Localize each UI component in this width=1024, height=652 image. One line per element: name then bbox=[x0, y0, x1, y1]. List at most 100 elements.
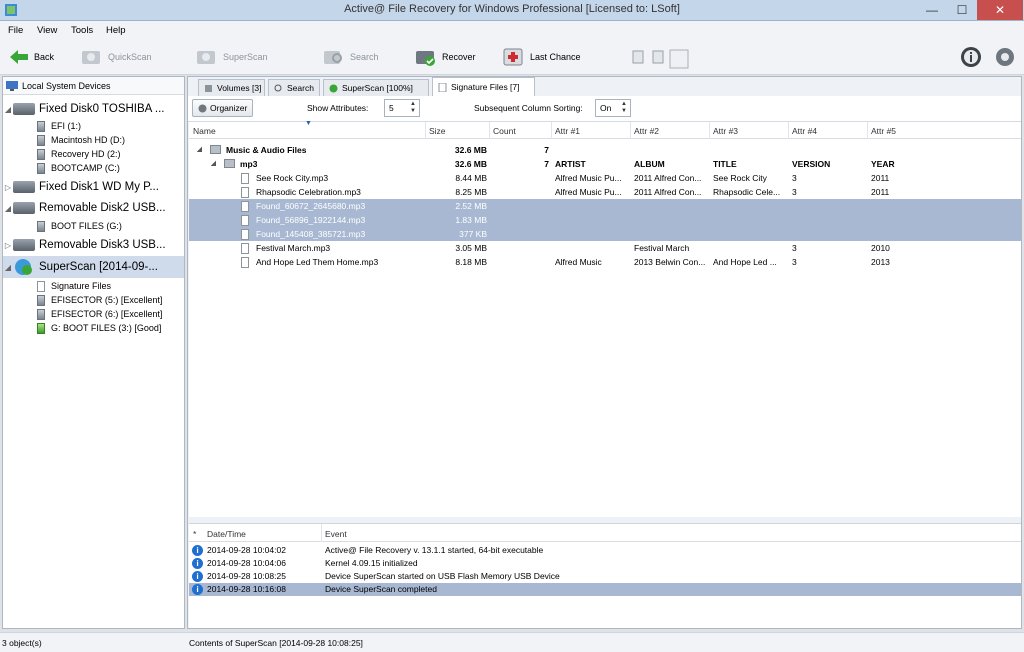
last-chance-button[interactable]: Last Chance bbox=[502, 45, 581, 69]
expand-arrow-icon[interactable]: ◢ bbox=[3, 204, 13, 213]
tree-volume-efi[interactable]: EFI (1:) bbox=[3, 119, 184, 133]
column-event[interactable]: Event bbox=[325, 529, 347, 539]
row-attr2: 2011 Alfred Con... bbox=[634, 173, 702, 183]
organizer-button[interactable]: Organizer bbox=[192, 99, 254, 117]
expand-arrow-icon[interactable]: ◢ bbox=[197, 145, 202, 153]
tree-boot-files-3[interactable]: G: BOOT FILES (3:) [Good] bbox=[3, 321, 184, 335]
usb-drive-icon bbox=[13, 202, 35, 214]
tab-volumes[interactable]: Volumes [3] bbox=[198, 79, 265, 96]
tree-disk0[interactable]: ◢ Fixed Disk0 TOSHIBA ... bbox=[3, 99, 184, 119]
row-name: Music & Audio Files bbox=[226, 145, 307, 155]
tree-disk2[interactable]: ◢ Removable Disk2 USB... bbox=[3, 198, 184, 218]
small-tool-2[interactable] bbox=[652, 45, 664, 69]
small-tool-1[interactable] bbox=[632, 45, 644, 69]
expand-arrow-icon[interactable]: ◢ bbox=[211, 159, 216, 167]
table-row[interactable]: Rhapsodic Celebration.mp3 8.25 MB Alfred… bbox=[189, 185, 1019, 199]
file-grid: Name ▼ Size Count Attr #1 Attr #2 Attr #… bbox=[189, 120, 1021, 517]
column-attr3[interactable]: Attr #3 bbox=[713, 126, 738, 136]
volume-icon bbox=[37, 294, 45, 306]
column-attr2[interactable]: Attr #2 bbox=[634, 126, 659, 136]
collapse-arrow-icon[interactable]: ▷ bbox=[3, 241, 13, 250]
volume-icon bbox=[37, 148, 45, 160]
tree-signature-files[interactable]: Signature Files bbox=[3, 279, 184, 293]
maximize-button[interactable]: ☐ bbox=[947, 0, 977, 20]
table-row[interactable]: Festival March.mp3 3.05 MB Festival Marc… bbox=[189, 241, 1019, 255]
help-button[interactable] bbox=[960, 45, 982, 69]
tree-volume-recovery[interactable]: Recovery HD (2:) bbox=[3, 147, 184, 161]
column-star[interactable]: * bbox=[193, 529, 196, 539]
tab-signature-files[interactable]: Signature Files [7] bbox=[432, 77, 535, 96]
back-button[interactable]: Back bbox=[8, 45, 54, 69]
tree-efisector-6[interactable]: EFISECTOR (6:) [Excellent] bbox=[3, 307, 184, 321]
folder-icon bbox=[224, 159, 235, 168]
file-icon bbox=[241, 201, 249, 212]
event-log: * Date/Time Event i 2014-09-28 10:04:02 … bbox=[189, 523, 1021, 628]
menu-help[interactable]: Help bbox=[106, 25, 126, 36]
window-title: Active@ File Recovery for Windows Profes… bbox=[344, 3, 680, 15]
spinner-arrows-icon[interactable]: ▲ ▼ bbox=[410, 101, 416, 115]
tree-label: EFISECTOR (5:) [Excellent] bbox=[51, 295, 163, 305]
table-row[interactable]: See Rock City.mp3 8.44 MB Alfred Music P… bbox=[189, 171, 1019, 185]
tab-label: Signature Files [7] bbox=[451, 82, 520, 92]
log-header: * Date/Time Event bbox=[189, 524, 1021, 542]
log-row[interactable]: i 2014-09-28 10:04:02 Active@ File Recov… bbox=[189, 544, 1021, 557]
recover-button[interactable]: Recover bbox=[414, 45, 476, 69]
search-label: Search bbox=[350, 52, 379, 62]
search-button[interactable]: Search bbox=[322, 45, 379, 69]
log-row[interactable]: i 2014-09-28 10:16:08 Device SuperScan c… bbox=[189, 583, 1021, 596]
log-row[interactable]: i 2014-09-28 10:08:25 Device SuperScan s… bbox=[189, 570, 1021, 583]
usb-drive-icon bbox=[13, 239, 35, 251]
tab-label: SuperScan [100%] bbox=[342, 83, 413, 93]
table-row[interactable]: ◢ Music & Audio Files 32.6 MB 7 bbox=[189, 143, 839, 157]
tree-label: Removable Disk3 USB... bbox=[39, 239, 166, 251]
collapse-arrow-icon[interactable]: ▷ bbox=[3, 183, 13, 192]
column-attr1[interactable]: Attr #1 bbox=[555, 126, 580, 136]
tree-volume-boot-files[interactable]: BOOT FILES (G:) bbox=[3, 219, 184, 233]
table-row[interactable]: Found_60672_2645680.mp3 2.52 MB bbox=[189, 199, 1021, 213]
tree-label: EFISECTOR (6:) [Excellent] bbox=[51, 309, 163, 319]
column-attr4[interactable]: Attr #4 bbox=[792, 126, 817, 136]
column-date[interactable]: Date/Time bbox=[207, 529, 246, 539]
tree-superscan[interactable]: ◢ SuperScan [2014-09-... bbox=[3, 256, 184, 278]
small-tool-3[interactable] bbox=[669, 47, 689, 71]
row-attr1: Alfred Music bbox=[555, 257, 602, 267]
status-bar: 3 object(s) Contents of SuperScan [2014-… bbox=[0, 632, 1024, 652]
tab-superscan[interactable]: SuperScan [100%] bbox=[323, 79, 429, 96]
column-attr5[interactable]: Attr #5 bbox=[871, 126, 896, 136]
tree-disk3[interactable]: ▷ Removable Disk3 USB... bbox=[3, 235, 184, 255]
column-count[interactable]: Count bbox=[493, 126, 516, 136]
expand-arrow-icon[interactable]: ◢ bbox=[3, 105, 13, 114]
menu-view[interactable]: View bbox=[37, 25, 57, 36]
settings-button[interactable] bbox=[994, 45, 1016, 69]
expand-arrow-icon[interactable]: ◢ bbox=[3, 263, 13, 272]
file-icon bbox=[241, 187, 249, 198]
computer-icon bbox=[6, 80, 18, 91]
show-attributes-spinner[interactable]: 5 ▲ ▼ bbox=[384, 99, 420, 117]
tree-efisector-5[interactable]: EFISECTOR (5:) [Excellent] bbox=[3, 293, 184, 307]
file-icon bbox=[241, 173, 249, 184]
menu-file[interactable]: File bbox=[8, 25, 23, 36]
table-row[interactable]: ◢ mp3 32.6 MB 7 ARTIST ALBUM TITLE VERSI… bbox=[189, 157, 1019, 171]
spinner-arrows-icon[interactable]: ▲ ▼ bbox=[621, 101, 627, 115]
row-count: 7 bbox=[544, 145, 549, 155]
tree-label: Recovery HD (2:) bbox=[51, 149, 121, 159]
minimize-button[interactable]: — bbox=[917, 0, 947, 20]
menu-tools[interactable]: Tools bbox=[71, 25, 93, 36]
tree-volume-bootcamp[interactable]: BOOTCAMP (C:) bbox=[3, 161, 184, 175]
column-size[interactable]: Size bbox=[429, 126, 446, 136]
column-sorting-spinner[interactable]: On ▲ ▼ bbox=[595, 99, 631, 117]
tree-volume-macintosh[interactable]: Macintosh HD (D:) bbox=[3, 133, 184, 147]
tree-label: EFI (1:) bbox=[51, 121, 82, 131]
tree-disk1[interactable]: ▷ Fixed Disk1 WD My P... bbox=[3, 177, 184, 197]
quickscan-button[interactable]: QuickScan bbox=[80, 45, 152, 69]
table-row[interactable]: And Hope Led Them Home.mp3 8.18 MB Alfre… bbox=[189, 255, 1019, 269]
row-attr2: Festival March bbox=[634, 243, 690, 253]
log-row[interactable]: i 2014-09-28 10:04:06 Kernel 4.09.15 ini… bbox=[189, 557, 1021, 570]
superscan-button[interactable]: SuperScan bbox=[195, 45, 268, 69]
superscan-icon bbox=[15, 259, 32, 275]
column-name[interactable]: Name bbox=[193, 126, 216, 136]
tab-search[interactable]: Search bbox=[268, 79, 320, 96]
close-button[interactable]: ✕ bbox=[977, 0, 1023, 20]
table-row[interactable]: Found_145408_385721.mp3 377 KB bbox=[189, 227, 1021, 241]
table-row[interactable]: Found_56896_1922144.mp3 1.83 MB bbox=[189, 213, 1021, 227]
